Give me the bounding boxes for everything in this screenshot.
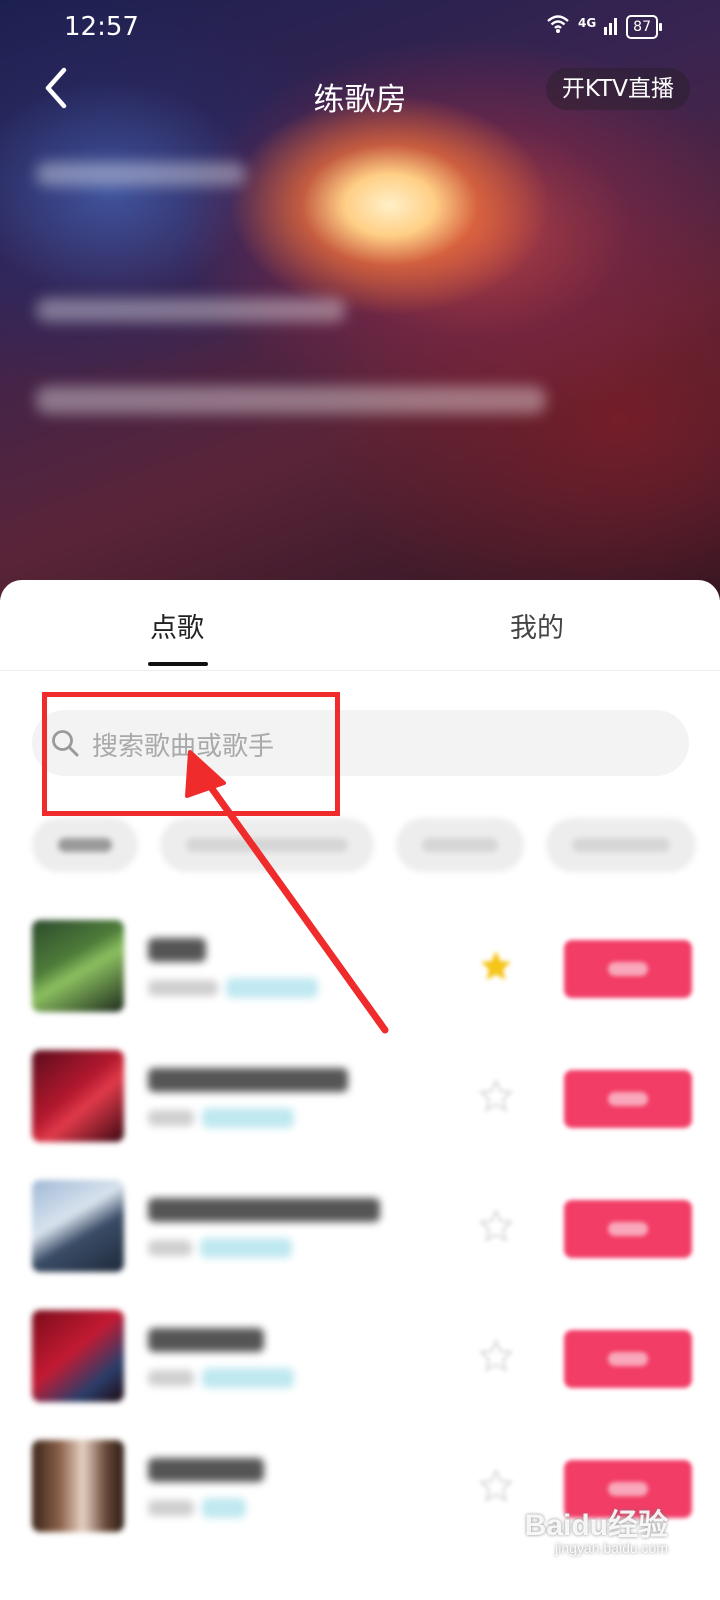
lyric-line bbox=[36, 298, 346, 322]
sing-button[interactable] bbox=[564, 1070, 692, 1128]
star-icon[interactable] bbox=[478, 948, 514, 984]
status-icons: 4G 87 bbox=[546, 14, 662, 39]
album-cover bbox=[32, 920, 124, 1012]
star-icon[interactable] bbox=[478, 1208, 514, 1244]
active-tab-indicator bbox=[148, 662, 208, 666]
sing-button[interactable] bbox=[564, 940, 692, 998]
start-ktv-live-button[interactable]: 开KTV直播 bbox=[545, 68, 690, 110]
lyric-line bbox=[36, 162, 246, 186]
signal-icon bbox=[604, 15, 618, 39]
song-row[interactable] bbox=[32, 1310, 692, 1406]
star-icon[interactable] bbox=[478, 1078, 514, 1114]
category-chip[interactable] bbox=[396, 818, 524, 872]
annotation-highlight-box bbox=[42, 692, 340, 816]
sing-button[interactable] bbox=[564, 1330, 692, 1388]
album-cover bbox=[32, 1180, 124, 1272]
star-icon[interactable] bbox=[478, 1468, 514, 1504]
category-chips bbox=[32, 818, 696, 872]
album-cover bbox=[32, 1050, 124, 1142]
wifi-icon bbox=[546, 14, 570, 39]
lyric-line bbox=[36, 386, 546, 414]
tab-mine[interactable]: 我的 bbox=[510, 606, 564, 645]
song-row[interactable] bbox=[32, 920, 692, 1016]
battery-icon: 87 bbox=[626, 14, 662, 39]
star-icon[interactable] bbox=[478, 1338, 514, 1374]
category-chip[interactable] bbox=[32, 818, 138, 872]
category-chip[interactable] bbox=[546, 818, 696, 872]
watermark-brand: Baidu经验 bbox=[524, 1509, 668, 1542]
sing-button[interactable] bbox=[564, 1200, 692, 1258]
album-cover bbox=[32, 1440, 124, 1532]
baidu-jingyan-watermark: Baidu经验 jingyan.baidu.com bbox=[524, 1500, 668, 1556]
watermark-url: jingyan.baidu.com bbox=[555, 1540, 668, 1556]
album-cover bbox=[32, 1310, 124, 1402]
status-time: 12:57 bbox=[64, 12, 139, 42]
network-type: 4G bbox=[577, 15, 597, 30]
tab-divider bbox=[0, 670, 720, 671]
tab-pick-song[interactable]: 点歌 bbox=[150, 606, 204, 645]
song-row[interactable] bbox=[32, 1180, 692, 1276]
category-chip[interactable] bbox=[160, 818, 374, 872]
song-row[interactable] bbox=[32, 1050, 692, 1146]
